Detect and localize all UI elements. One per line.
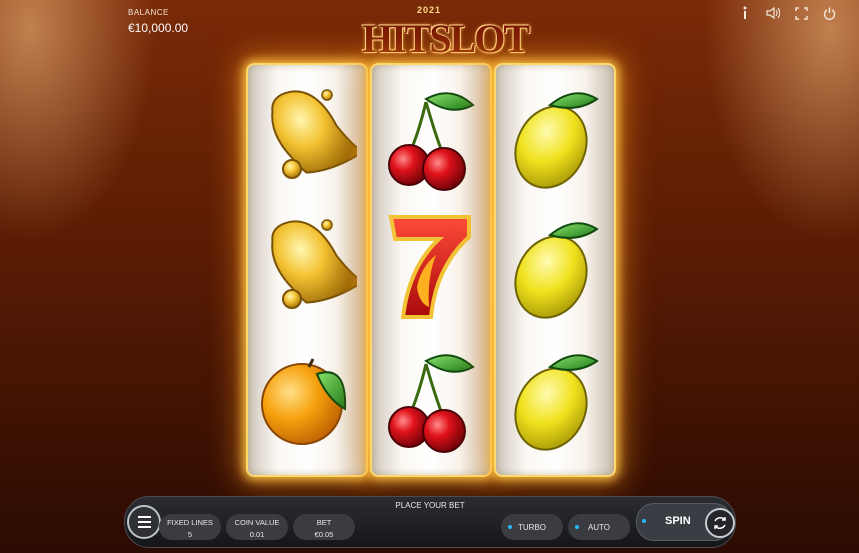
- lemon-symbol: [505, 77, 605, 197]
- fixed-lines-label: FIXED LINES: [167, 518, 213, 527]
- fixed-lines-value: 5: [187, 530, 193, 539]
- game-logo: 2021 HITSLOT: [362, 4, 530, 62]
- orange-symbol: [257, 339, 357, 459]
- bet-amount: €0.05: [314, 530, 334, 539]
- bell-symbol: [257, 77, 365, 197]
- auto-button[interactable]: AUTO: [568, 514, 630, 540]
- bell-symbol: [257, 207, 365, 327]
- hamburger-icon: [137, 521, 151, 523]
- balance-label: BALANCE: [128, 8, 169, 17]
- logo-year: 2021: [416, 5, 442, 15]
- top-toolbar: [737, 5, 837, 21]
- hamburger-icon: [137, 526, 151, 528]
- lemon-symbol: [505, 207, 605, 327]
- fullscreen-icon[interactable]: [793, 5, 809, 21]
- hamburger-icon: [137, 516, 151, 518]
- reel-1: [246, 63, 368, 477]
- sound-icon[interactable]: [765, 5, 781, 21]
- balance-value: €10,000.00: [128, 21, 189, 35]
- bet-label: BET: [316, 518, 332, 527]
- reel-3: [494, 63, 616, 477]
- logo-title: HITSLOT: [362, 16, 530, 61]
- refresh-icon: [705, 508, 735, 538]
- menu-button[interactable]: [127, 505, 161, 539]
- seven-symbol: [381, 207, 481, 327]
- control-bar: PLACE YOUR BET FIXED LINES 5 COIN VALUE …: [124, 496, 736, 548]
- bet-selector[interactable]: BET €0.05: [293, 514, 355, 540]
- spin-indicator-dot: [642, 519, 646, 523]
- reel-2: [370, 63, 492, 477]
- coin-value-selector[interactable]: COIN VALUE 0.01: [226, 514, 288, 540]
- lemon-symbol: [505, 339, 605, 459]
- spin-label: SPIN: [665, 515, 691, 527]
- turbo-button[interactable]: TURBO: [501, 514, 563, 540]
- power-icon[interactable]: [821, 5, 837, 21]
- spin-button[interactable]: SPIN: [636, 503, 735, 541]
- cherries-symbol: [381, 77, 481, 197]
- fixed-lines-display: FIXED LINES 5: [159, 514, 221, 540]
- cherries-symbol: [381, 339, 481, 459]
- info-icon[interactable]: [737, 5, 753, 21]
- coin-value-label: COIN VALUE: [234, 518, 280, 527]
- coin-value-amount: 0.01: [249, 530, 265, 539]
